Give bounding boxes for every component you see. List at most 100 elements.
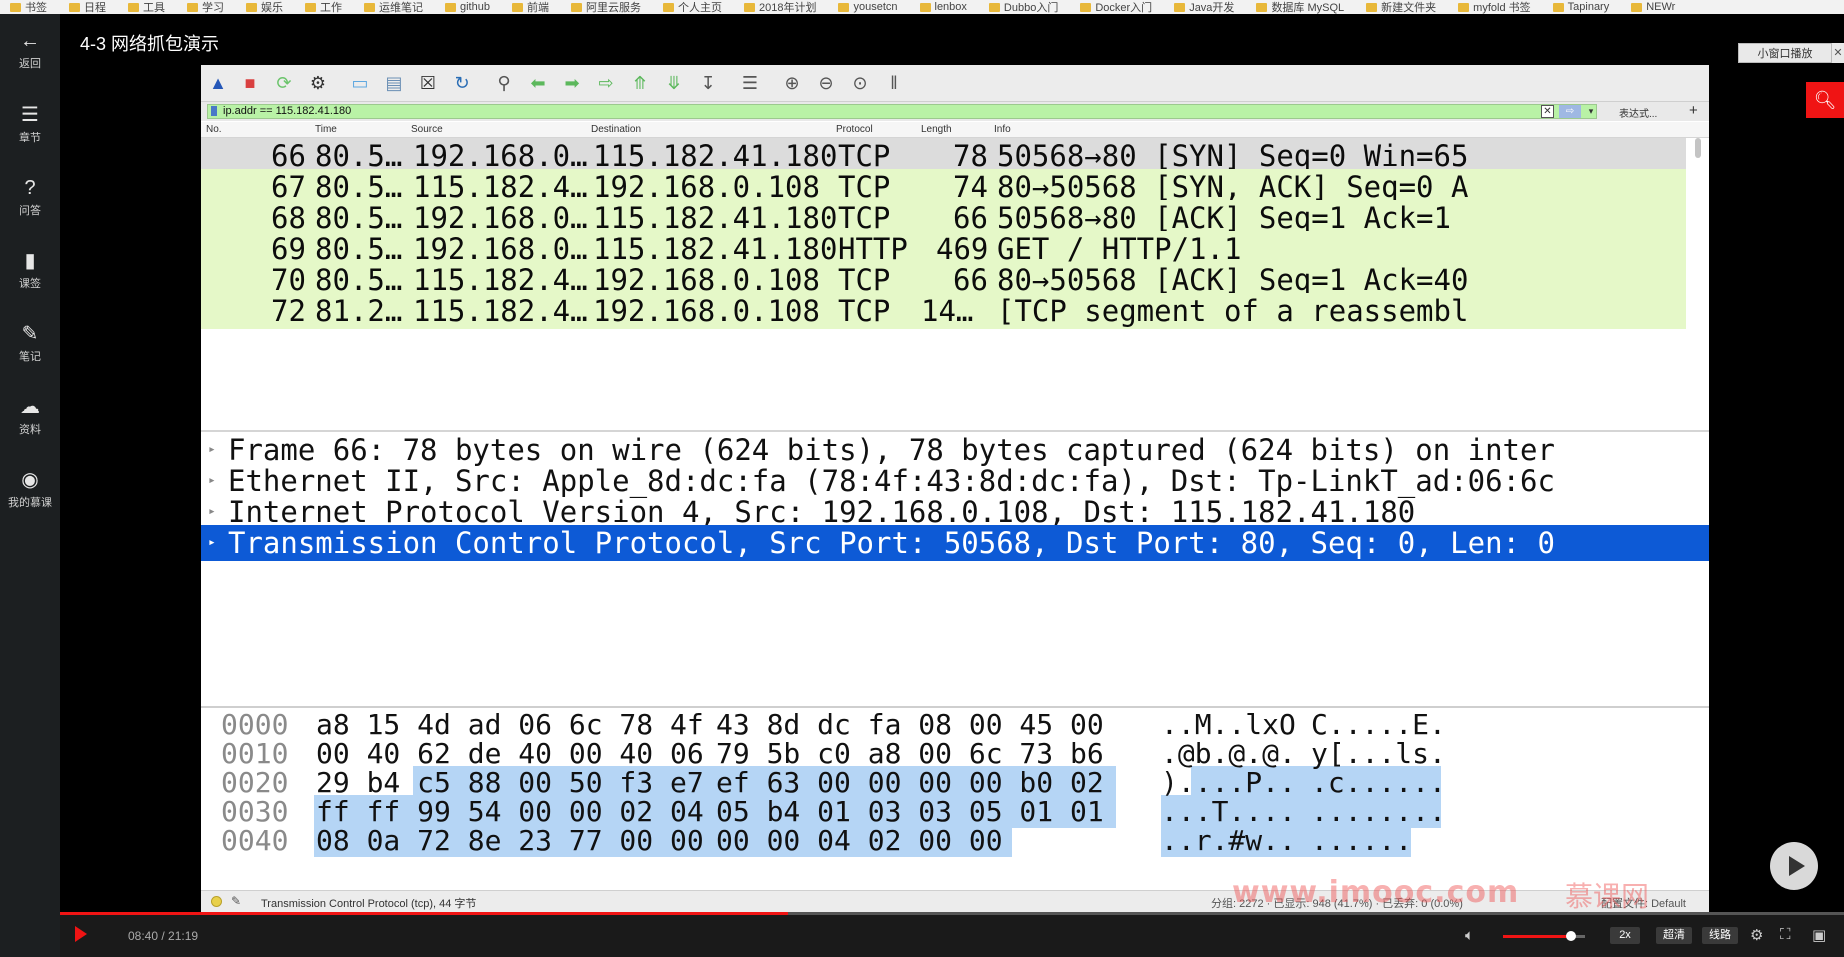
- col-protocol[interactable]: Protocol: [836, 124, 873, 135]
- col-no[interactable]: No.: [206, 124, 222, 135]
- packet-destination: 192.168.0.108: [593, 294, 820, 328]
- autoscroll-icon[interactable]: ↧: [697, 72, 719, 94]
- expert-info-icon[interactable]: [211, 896, 222, 907]
- stop-capture-icon[interactable]: ■: [239, 72, 261, 94]
- sidebar-item-0[interactable]: ← 返回: [0, 30, 60, 71]
- progress-bar[interactable]: [60, 912, 1844, 915]
- volume-knob[interactable]: [1566, 931, 1577, 941]
- bookmark-item[interactable]: 阿里云服务: [570, 0, 641, 14]
- sidebar-item-label: 资料: [19, 424, 41, 436]
- play-icon[interactable]: [75, 926, 87, 942]
- status-field-info: Transmission Control Protocol (tcp), 44 …: [261, 898, 477, 910]
- bookmark-item[interactable]: 新建文件夹: [1366, 0, 1436, 14]
- apply-filter-icon[interactable]: ⇨: [1559, 105, 1581, 118]
- sidebar-item-1[interactable]: ☰ 章节: [0, 104, 60, 145]
- display-filter-input[interactable]: ip.addr == 115.182.41.180: [207, 104, 1597, 119]
- start-capture-icon[interactable]: ▲: [207, 72, 229, 94]
- sidebar-item-label: 我的慕课: [8, 497, 52, 509]
- capture-options-icon[interactable]: ⚙: [307, 72, 329, 94]
- detail-tcp[interactable]: ▸ Transmission Control Protocol, Src Por…: [201, 525, 1709, 561]
- edit-comment-icon[interactable]: ✎: [231, 894, 241, 908]
- colorize-icon[interactable]: ☰: [739, 72, 761, 94]
- sidebar-item-5[interactable]: ☁ 资料: [0, 396, 60, 437]
- settings-icon[interactable]: ⚙: [1750, 926, 1763, 944]
- bookmark-item[interactable]: Docker入门: [1080, 0, 1152, 14]
- expand-arrow-icon[interactable]: ▸: [208, 525, 216, 561]
- search-icon[interactable]: 🔍︎: [1806, 82, 1844, 118]
- play-overlay-button[interactable]: [1770, 842, 1818, 890]
- zoom-normal-icon[interactable]: ⊙: [849, 72, 871, 94]
- close-file-icon[interactable]: ☒: [417, 72, 439, 94]
- volume-icon[interactable]: 🔈︎: [1465, 927, 1474, 944]
- bookmark-item[interactable]: 前端: [511, 0, 549, 14]
- bookmark-item[interactable]: yousetcn: [838, 1, 898, 13]
- line-button[interactable]: 线路: [1702, 927, 1738, 944]
- go-forward-icon[interactable]: ➡: [561, 72, 583, 94]
- filter-dropdown-icon[interactable]: ▾: [1585, 105, 1597, 118]
- packet-source: 115.182.4…: [413, 294, 588, 328]
- packet-list-scrollbar[interactable]: [1695, 138, 1701, 158]
- bookmark-icon[interactable]: [211, 106, 217, 116]
- quality-button[interactable]: 超清: [1656, 927, 1692, 944]
- add-filter-button[interactable]: +: [1689, 102, 1698, 119]
- bookmark-item[interactable]: 工作: [305, 0, 342, 14]
- bookmark-label: 运维笔记: [379, 2, 423, 14]
- find-packet-icon[interactable]: ⚲: [493, 72, 515, 94]
- col-source[interactable]: Source: [411, 124, 443, 135]
- sidebar-item-label: 返回: [19, 58, 41, 70]
- bookmark-item[interactable]: Dubbo入门: [988, 0, 1058, 14]
- bookmarks-bar: 书签 日程 工具 学习 娱乐 工作 运维笔记 github 前端 阿里云服务 个人主页 2018年计划…: [0, 0, 1844, 14]
- bookmark-item[interactable]: Java开发: [1174, 0, 1234, 14]
- volume-slider[interactable]: [1503, 931, 1585, 941]
- reload-file-icon[interactable]: ↻: [451, 72, 473, 94]
- sidebar-icon: ▮: [24, 250, 36, 272]
- bookmark-item[interactable]: NEWr: [1631, 1, 1675, 13]
- bookmark-item[interactable]: 学习: [187, 0, 224, 14]
- bookmark-item[interactable]: 个人主页: [662, 0, 722, 14]
- sidebar-icon: ←: [20, 30, 40, 52]
- first-packet-icon[interactable]: ⤊: [629, 72, 651, 94]
- progress-fill: [60, 912, 788, 915]
- last-packet-icon[interactable]: ⤋: [663, 72, 685, 94]
- col-length[interactable]: Length: [921, 124, 952, 135]
- save-file-icon[interactable]: ▤: [383, 72, 405, 94]
- fullscreen-icon[interactable]: ▣: [1812, 926, 1826, 944]
- zoom-in-icon[interactable]: ⊕: [781, 72, 803, 94]
- bookmark-item[interactable]: Tapinary: [1552, 1, 1609, 13]
- bookmark-item[interactable]: 娱乐: [246, 0, 283, 14]
- go-back-icon[interactable]: ⬅: [527, 72, 549, 94]
- col-info[interactable]: Info: [994, 124, 1011, 135]
- bookmark-item[interactable]: 日程: [69, 0, 106, 14]
- bookmark-item[interactable]: 运维笔记: [364, 0, 423, 14]
- mini-window-button[interactable]: 小窗口播放: [1738, 43, 1832, 63]
- webfullscreen-icon[interactable]: ⛶: [1780, 926, 1791, 943]
- bookmark-item[interactable]: myfold 书签: [1458, 0, 1531, 14]
- zoom-out-icon[interactable]: ⊖: [815, 72, 837, 94]
- bookmark-item[interactable]: 工具: [128, 0, 165, 14]
- wireshark-window: ▲ ■ ⟳ ⚙ ▭ ▤ ☒ ↻ ⚲ ⬅ ➡ ⇨ ⤊ ⤋ ↧ ☰ ⊕ ⊖ ⊙ ‖ …: [201, 65, 1709, 912]
- bookmark-item[interactable]: 书签: [10, 0, 47, 14]
- mini-window-close-icon[interactable]: ✕: [1832, 43, 1844, 63]
- packet-row[interactable]: 72 81.2… 115.182.4… 192.168.0.108 TCP 14…: [201, 293, 1686, 329]
- resize-columns-icon[interactable]: ‖: [883, 72, 905, 94]
- folder-icon: [364, 2, 375, 12]
- restart-capture-icon[interactable]: ⟳: [273, 72, 295, 94]
- col-time[interactable]: Time: [315, 124, 337, 135]
- expression-button[interactable]: 表达式...: [1619, 105, 1657, 120]
- go-to-packet-icon[interactable]: ⇨: [595, 72, 617, 94]
- sidebar-item-4[interactable]: ✎ 笔记: [0, 323, 60, 364]
- speed-button[interactable]: 2x: [1610, 927, 1640, 944]
- sidebar-item-3[interactable]: ▮ 课签: [0, 250, 60, 291]
- bookmark-item[interactable]: lenbox: [919, 1, 967, 13]
- folder-icon: [69, 2, 80, 12]
- bookmark-item[interactable]: 数据库 MySQL: [1256, 0, 1344, 14]
- clear-filter-icon[interactable]: ✕: [1541, 105, 1554, 118]
- open-file-icon[interactable]: ▭: [349, 72, 371, 94]
- bookmark-item[interactable]: 2018年计划: [743, 0, 816, 14]
- bookmark-item[interactable]: github: [445, 1, 490, 13]
- sidebar-item-6[interactable]: ◉ 我的慕课: [0, 469, 60, 510]
- folder-icon: [246, 2, 257, 12]
- col-destination[interactable]: Destination: [591, 124, 641, 135]
- hex-row[interactable]: 0040 08 0a 72 8e 23 77 00 00 00 00 04 02…: [201, 824, 1709, 858]
- sidebar-item-2[interactable]: ? 问答: [0, 177, 60, 218]
